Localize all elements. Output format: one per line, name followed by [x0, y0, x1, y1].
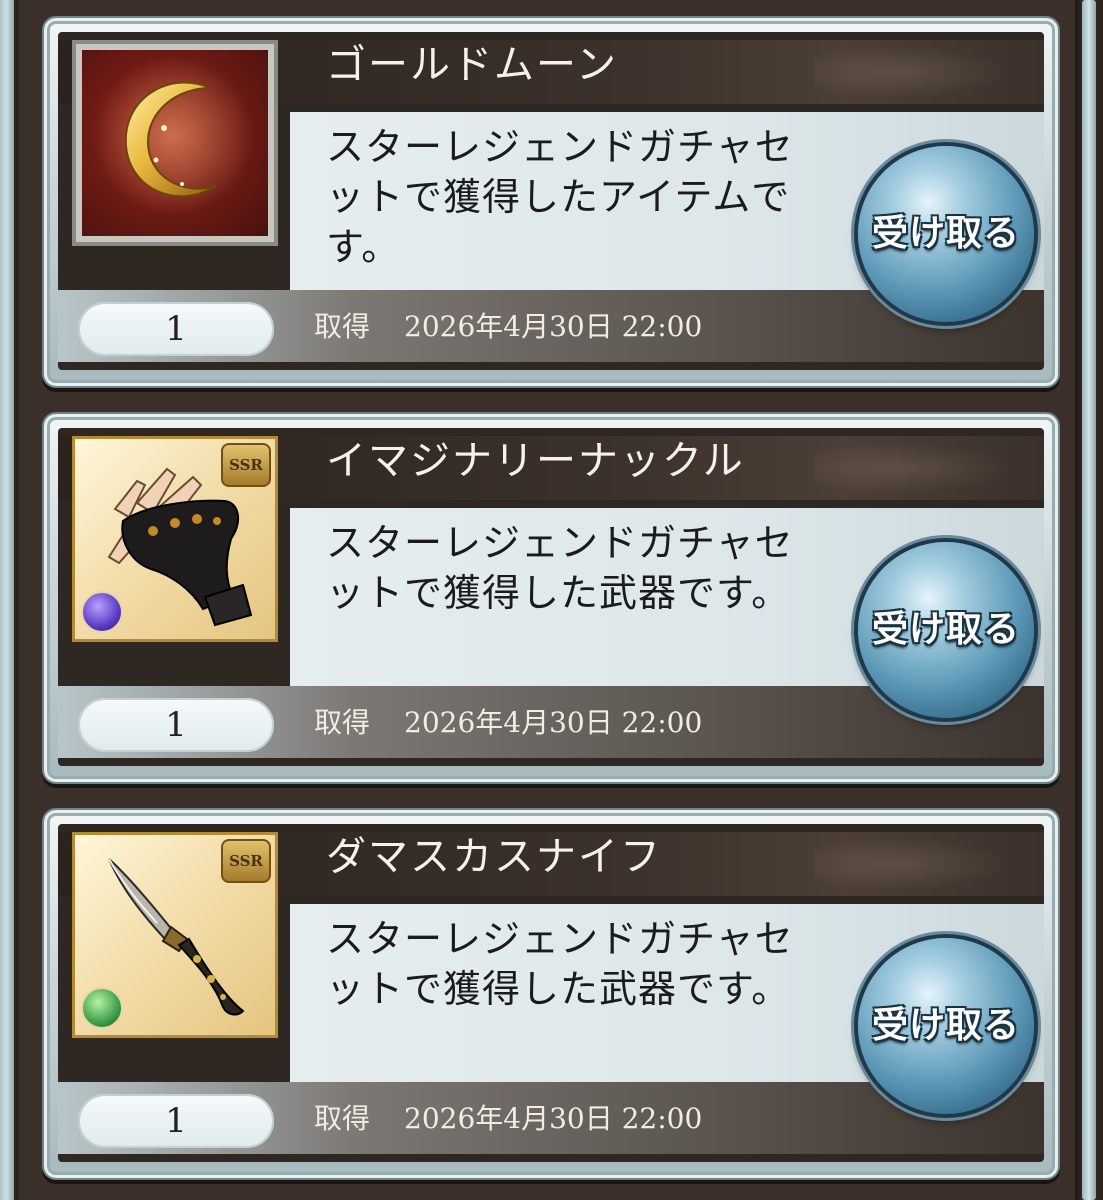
rarity-badge: SSR [221, 839, 271, 883]
present-item-body: ゴールドムーン スターレジェンドガチャセットで獲得したアイテムです。 1 取得 2… [58, 32, 1044, 370]
present-item-body: ダマスカスナイフ スターレジェンドガチャセットで獲得した武器です。 1 取得 20… [58, 824, 1044, 1162]
present-item: イマジナリーナックル スターレジェンドガチャセットで獲得した武器です。 1 取得… [42, 412, 1060, 784]
item-description: スターレジェンドガチャセットで獲得した武器です。 [326, 521, 794, 615]
rarity-badge: SSR [221, 443, 271, 487]
acquired-label: 取得 [314, 310, 371, 343]
item-quantity-pill: 1 [78, 1094, 274, 1148]
item-quantity-pill: 1 [78, 698, 274, 752]
item-name: ダマスカスナイフ [326, 834, 662, 880]
acquired-date: 2026年4月30日 22:00 [404, 1102, 703, 1135]
item-thumbnail: SSR [72, 436, 278, 642]
present-item-body: イマジナリーナックル スターレジェンドガチャセットで獲得した武器です。 1 取得… [58, 428, 1044, 766]
claim-button[interactable]: 受け取る [858, 542, 1034, 718]
wind-element-icon [81, 987, 123, 1029]
item-thumbnail: SSR [72, 832, 278, 1038]
item-acquired-info: 取得 2026年4月30日 22:00 [314, 700, 702, 746]
claim-button[interactable]: 受け取る [858, 146, 1034, 322]
present-item: ゴールドムーン スターレジェンドガチャセットで獲得したアイテムです。 1 取得 2… [42, 16, 1060, 388]
item-acquired-info: 取得 2026年4月30日 22:00 [314, 1096, 702, 1142]
item-name: ゴールドムーン [326, 42, 618, 88]
acquired-label: 取得 [314, 706, 371, 739]
item-acquired-info: 取得 2026年4月30日 22:00 [314, 304, 702, 350]
claim-button-label: 受け取る [871, 213, 1020, 254]
acquired-label: 取得 [314, 1102, 371, 1135]
present-item: ダマスカスナイフ スターレジェンドガチャセットで獲得した武器です。 1 取得 20… [42, 808, 1060, 1180]
item-description: スターレジェンドガチャセットで獲得した武器です。 [326, 917, 794, 1011]
claim-button-label: 受け取る [871, 609, 1020, 650]
gold-moon-icon [82, 50, 268, 236]
claim-button-label: 受け取る [871, 1005, 1020, 1046]
item-quantity: 1 [165, 309, 187, 349]
dark-element-icon [81, 591, 123, 633]
item-quantity: 1 [165, 705, 187, 745]
acquired-date: 2026年4月30日 22:00 [404, 706, 703, 739]
present-box-list: ゴールドムーン スターレジェンドガチャセットで獲得したアイテムです。 1 取得 2… [0, 0, 1103, 1200]
item-quantity-pill: 1 [78, 302, 274, 356]
claim-button[interactable]: 受け取る [858, 938, 1034, 1114]
item-thumbnail [72, 40, 278, 246]
item-description: スターレジェンドガチャセットで獲得したアイテムです。 [326, 125, 794, 269]
acquired-date: 2026年4月30日 22:00 [404, 310, 703, 343]
item-name: イマジナリーナックル [326, 438, 745, 484]
item-quantity: 1 [165, 1101, 187, 1141]
